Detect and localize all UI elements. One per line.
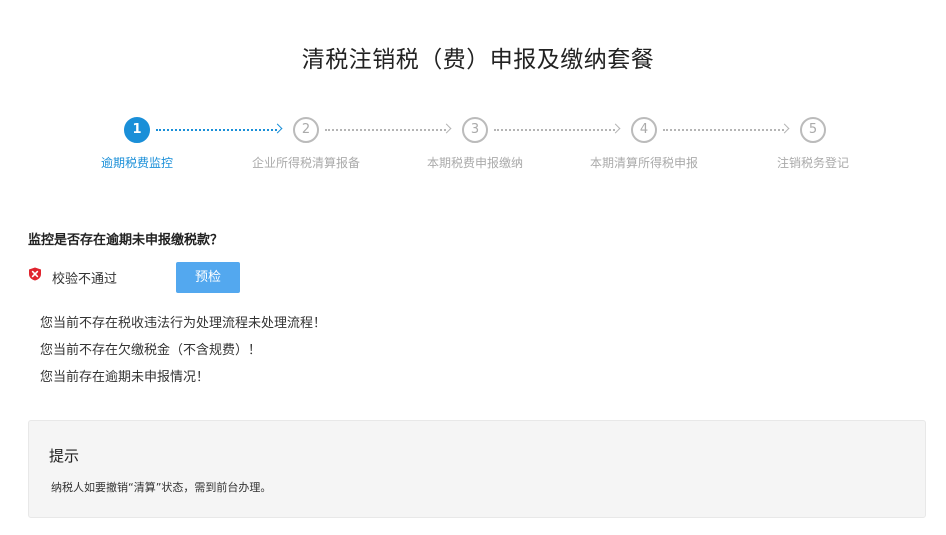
step-connector-3 [494,129,615,131]
tip-title: 提示 [49,447,80,465]
monitor-question: 监控是否存在逾期未申报缴税款？ [28,233,224,248]
step-progress: 1 逾期税费监控 2 企业所得税清算报备 3 本期税费申报缴纳 4 本期清算所得… [0,115,946,175]
step-connector-2 [325,129,446,131]
step-4-label: 本期清算所得税申报 [589,156,698,170]
step-1-circle: 1 [124,117,150,143]
message-line: 您当前存在逾期未申报情况！ [40,370,210,385]
step-5-circle: 5 [800,117,826,143]
chevron-right-icon [441,123,452,134]
error-shield-icon [29,267,41,281]
page-title: 清税注销税（费）申报及缴纳套餐 [301,47,655,73]
step-connector-4 [663,129,784,131]
step-2-circle: 2 [293,117,319,143]
step-5-label: 注销税务登记 [776,156,849,170]
message-line: 您当前不存在欠缴税金（不含规费）！ [40,343,262,358]
monitor-messages: 您当前不存在税收违法行为处理流程未处理流程！ 您当前不存在欠缴税金（不含规费）！… [40,315,326,396]
chevron-right-icon [779,123,790,134]
tip-text: 纳税人如要撤销“清算”状态，需到前台办理。 [51,481,272,494]
step-3-circle: 3 [462,117,488,143]
chevron-right-icon [272,123,283,134]
step-2-label: 企业所得税清算报备 [251,156,360,170]
step-3-label: 本期税费申报缴纳 [426,156,523,170]
step-1-label: 逾期税费监控 [100,156,173,170]
message-line: 您当前不存在税收违法行为处理流程未处理流程！ [40,316,327,331]
step-connector-1 [156,129,277,131]
precheck-button[interactable]: 预检 [176,262,240,293]
validation-status-row: 校验不通过 预检 [28,262,328,293]
step-4-circle: 4 [631,117,657,143]
tip-panel: 提示 纳税人如要撤销“清算”状态，需到前台办理。 [28,420,926,518]
validation-status-text: 校验不通过 [52,272,118,287]
chevron-right-icon [610,123,621,134]
